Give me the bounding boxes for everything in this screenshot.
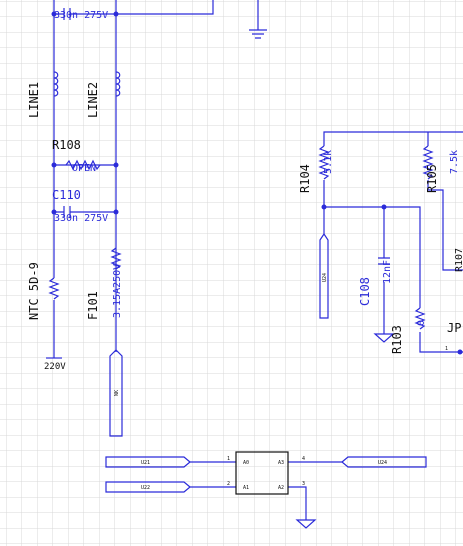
jp-ref: JP xyxy=(447,321,461,335)
ic-pin-number-1: 1 xyxy=(227,456,230,462)
port-u21-label: U21 xyxy=(141,460,150,466)
port-u24-right-label: U24 xyxy=(378,460,387,466)
r105-ref: R105 xyxy=(425,164,439,193)
port-u24-vertical-label: U24 xyxy=(322,273,328,282)
c108-ref: C108 xyxy=(358,277,372,306)
r108-ref: R108 xyxy=(52,138,81,152)
r104-value: 5.1k xyxy=(323,150,334,174)
port-nk-label: NK xyxy=(114,390,120,396)
ic-pin-number-2: 2 xyxy=(227,481,230,487)
f101-ref: F101 xyxy=(86,291,100,320)
schematic-sheet: 330n 275V LINE1 LINE2 R108 OPEN C110 330… xyxy=(0,0,463,546)
c-top-value: 330n 275V xyxy=(54,10,108,21)
r103-ref: R103 xyxy=(390,325,404,354)
net-220v-label: 220V xyxy=(44,362,66,372)
ic-pin-a3: A3 xyxy=(278,460,284,466)
r107-ref: R107 xyxy=(454,248,463,272)
capacitor-c-top: 330n 275V xyxy=(54,8,108,21)
r105-value: 7.5k xyxy=(449,150,460,174)
line1-ref: LINE1 xyxy=(27,82,41,118)
ic-pin-number-4: 4 xyxy=(302,456,305,462)
connector-jp: JP xyxy=(447,321,461,335)
c110-ref: C110 xyxy=(52,188,81,202)
grid-background xyxy=(0,0,463,546)
r103-value: 0 xyxy=(416,320,427,326)
port-u22-label: U22 xyxy=(141,485,150,491)
c110-value: 330n 275V xyxy=(54,213,108,224)
ic-pin-a2: A2 xyxy=(278,485,284,491)
r107-partial: R107 xyxy=(454,248,463,272)
ntc-ref: NTC 5D-9 xyxy=(27,262,41,320)
ic-pin-a1: A1 xyxy=(243,485,249,491)
r108-value: OPEN xyxy=(72,163,96,174)
r104-ref: R104 xyxy=(298,164,312,193)
ic-pin-a0: A0 xyxy=(243,460,249,466)
r103-pin-number: 1 xyxy=(445,346,448,352)
line2-ref: LINE2 xyxy=(86,82,100,118)
f101-value: 3.15A250V xyxy=(112,264,123,318)
c108-value: 12nF xyxy=(382,260,393,284)
ic-pin-number-3: 3 xyxy=(302,481,305,487)
